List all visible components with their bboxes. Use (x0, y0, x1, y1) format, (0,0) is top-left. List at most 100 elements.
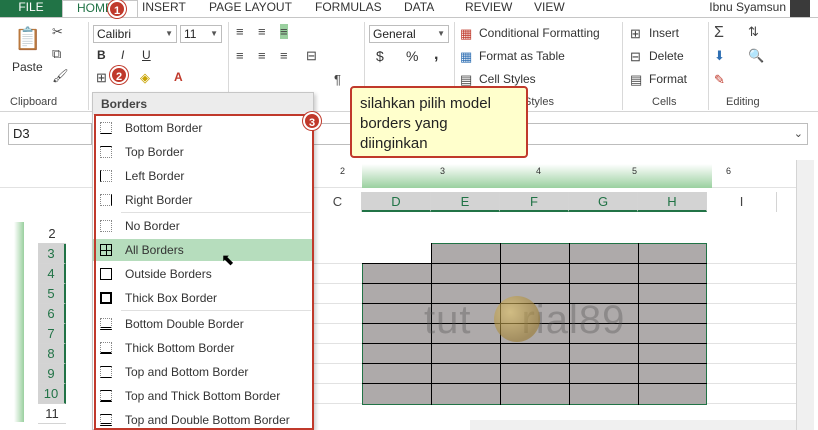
cell-border (362, 383, 707, 384)
row-header-4[interactable]: 4 (38, 264, 66, 284)
vertical-scrollbar[interactable] (796, 160, 814, 430)
align-left-icon[interactable]: ≡ (236, 48, 244, 63)
align-center-icon[interactable]: ≡ (258, 48, 266, 63)
row-header-2[interactable]: 2 (38, 224, 66, 244)
font-name-combo[interactable]: Calibri ▼ (93, 25, 177, 43)
column-header-g[interactable]: G (569, 192, 638, 212)
delete-cells-button[interactable]: Delete (649, 49, 684, 63)
format-as-table-button[interactable]: Format as Table (479, 49, 565, 63)
align-top-icon[interactable]: ≡ (236, 24, 244, 39)
editing-group-label: Editing (726, 96, 760, 108)
cut-icon[interactable]: ✂ (52, 24, 63, 40)
number-format-value: General (373, 27, 416, 41)
tab-home[interactable]: HOME (62, 0, 138, 17)
align-right-icon[interactable]: ≡ (280, 48, 288, 63)
column-header-i[interactable]: I (707, 192, 777, 212)
row-header-7[interactable]: 7 (38, 324, 66, 344)
ruler-number: 2 (340, 166, 346, 176)
italic-button[interactable]: I (121, 48, 124, 62)
chevron-down-icon: ▼ (165, 29, 173, 38)
paste-button[interactable]: Paste (12, 60, 43, 74)
row-header-10[interactable]: 10 (38, 384, 66, 404)
merge-icon[interactable]: ⊟ (306, 48, 317, 64)
format-painter-icon[interactable]: 🖌 (52, 68, 69, 84)
chevron-down-icon: ▼ (210, 29, 218, 38)
sort-filter-icon[interactable]: ⇅ (748, 24, 759, 40)
row-header-5[interactable]: 5 (38, 284, 66, 304)
column-header-d[interactable]: D (362, 192, 431, 212)
active-cell-d3[interactable] (362, 243, 431, 263)
tab-review[interactable]: REVIEW (465, 0, 512, 17)
percent-button[interactable]: % (406, 48, 418, 64)
annotation-badge-3: 3 (303, 112, 321, 130)
find-select-icon[interactable]: 🔍 (748, 48, 764, 64)
cell-border (638, 243, 639, 405)
watermark-left: tut (424, 298, 472, 342)
tab-formulas[interactable]: FORMULAS (315, 0, 382, 17)
borders-menu-title: Borders (93, 93, 313, 115)
annotation-badge-2: 2 (110, 66, 128, 84)
currency-button[interactable]: $ (376, 48, 384, 64)
tab-view[interactable]: VIEW (534, 0, 565, 17)
cell-border (362, 283, 707, 284)
underline-button[interactable]: U (142, 48, 151, 62)
conditional-formatting-button[interactable]: Conditional Formatting (479, 26, 600, 40)
cell-border (362, 343, 707, 344)
annotation-callout: silahkan pilih model borders yang diingi… (350, 86, 528, 158)
conditional-formatting-icon: ▦ (460, 26, 473, 41)
align-bottom-icon[interactable]: ≡ (280, 24, 288, 39)
ruler-number: 4 (536, 166, 542, 176)
tab-data[interactable]: DATA (404, 0, 434, 17)
avatar[interactable] (790, 0, 810, 17)
insert-cells-icon: ⊞ (630, 26, 641, 41)
row-header-6[interactable]: 6 (38, 304, 66, 324)
indent-icon[interactable]: ¶ (334, 72, 341, 87)
group-divider (88, 22, 89, 110)
clear-icon[interactable]: ✎ (714, 72, 725, 88)
fill-icon[interactable]: ⬇ (714, 48, 725, 64)
group-divider (708, 22, 709, 110)
styles-group-label: Styles (524, 96, 554, 108)
row-header-9[interactable]: 9 (38, 364, 66, 384)
watermark-logo (494, 296, 540, 342)
horizontal-scrollbar[interactable] (470, 420, 796, 430)
user-name: Ibnu Syamsun (709, 0, 786, 14)
row-header-3[interactable]: 3 (38, 244, 66, 264)
ruler-number: 5 (632, 166, 638, 176)
tab-insert[interactable]: INSERT (142, 0, 186, 17)
row-header-8[interactable]: 8 (38, 344, 66, 364)
font-color-button[interactable]: A (174, 70, 183, 84)
align-middle-icon[interactable]: ≡ (258, 24, 266, 39)
fill-color-icon[interactable]: ◈ (140, 70, 150, 86)
column-header-e[interactable]: E (431, 192, 500, 212)
comma-button[interactable]: , (434, 46, 438, 64)
number-format-combo[interactable]: General ▼ (369, 25, 449, 43)
font-size-combo[interactable]: 11 ▼ (180, 25, 222, 43)
format-as-table-icon: ▦ (460, 49, 473, 64)
cell-border (362, 263, 707, 264)
format-cells-icon: ▤ (630, 72, 643, 87)
vertical-ruler (14, 222, 24, 422)
format-cells-button[interactable]: Format (649, 72, 687, 86)
ruler-number: 3 (440, 166, 446, 176)
name-box[interactable]: D3 (8, 123, 92, 145)
autosum-icon[interactable]: Σ (714, 24, 724, 42)
cell-styles-button[interactable]: Cell Styles (479, 72, 536, 86)
paste-icon[interactable]: 📋 (14, 26, 41, 52)
tab-file[interactable]: FILE (0, 0, 62, 17)
column-header-f[interactable]: F (500, 192, 569, 212)
copy-icon[interactable]: ⧉ (52, 46, 61, 62)
bold-button[interactable]: B (97, 48, 106, 62)
chevron-down-icon[interactable]: ⌄ (794, 127, 803, 140)
annotation-highlight-box (94, 114, 314, 430)
column-header-h[interactable]: H (638, 192, 707, 212)
borders-icon[interactable]: ⊞ (96, 70, 107, 86)
chevron-down-icon: ▼ (437, 29, 445, 38)
group-divider (622, 22, 623, 110)
cells-group-label: Cells (652, 96, 677, 108)
delete-cells-icon: ⊟ (630, 49, 641, 64)
insert-cells-button[interactable]: Insert (649, 26, 679, 40)
tab-page-layout[interactable]: PAGE LAYOUT (209, 0, 292, 17)
row-header-11[interactable]: 11 (38, 404, 66, 424)
column-header-c[interactable]: C (314, 192, 362, 212)
